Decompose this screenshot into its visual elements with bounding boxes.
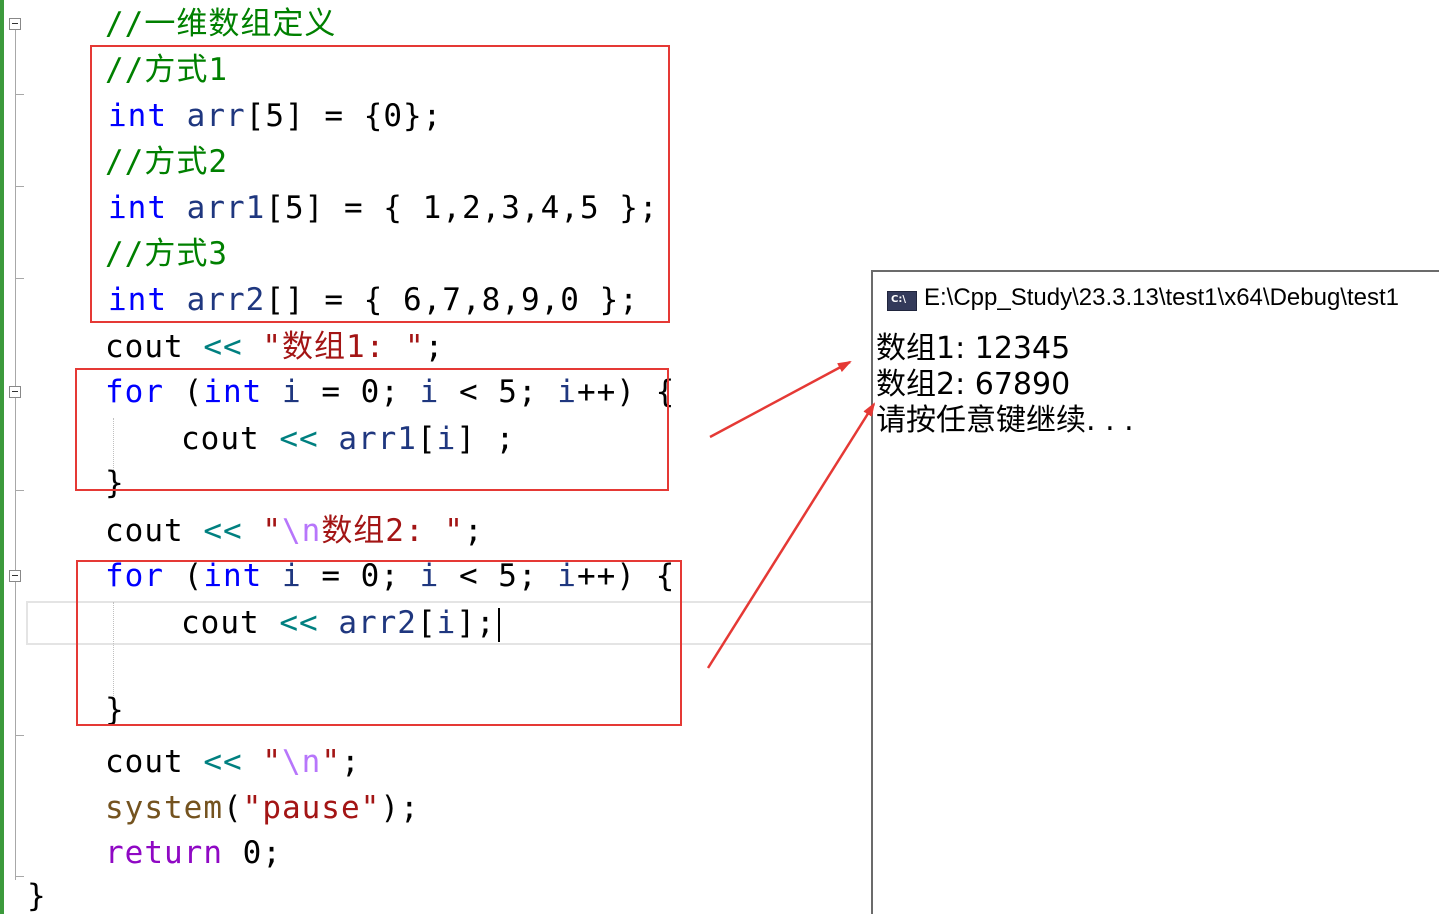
arrow-to-output-1 — [709, 360, 852, 439]
arrow-to-output-2 — [706, 402, 876, 669]
annotation-arrows — [706, 360, 876, 669]
